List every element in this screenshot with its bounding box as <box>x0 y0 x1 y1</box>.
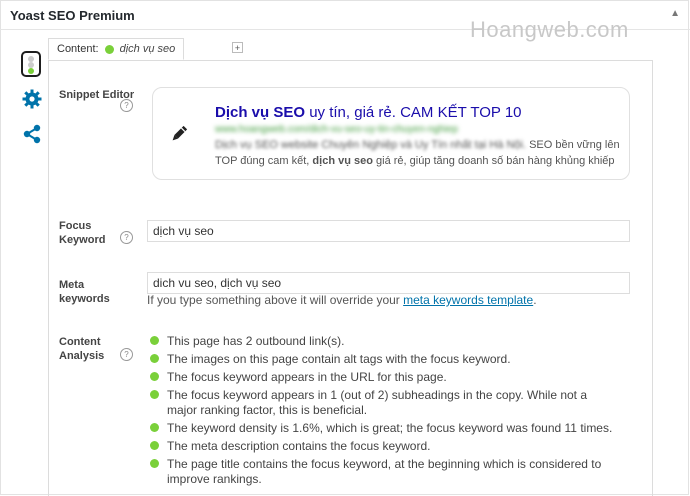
list-item: The page title contains the focus keywor… <box>150 457 620 487</box>
list-item: This page has 2 outbound link(s). <box>150 334 620 349</box>
keyword-tabs: Content: dịch vụ seo + <box>48 38 653 61</box>
share-icon[interactable] <box>22 124 42 147</box>
good-bullet-icon <box>150 336 159 345</box>
snippet-title[interactable]: Dịch vụ SEO uy tín, giá rẻ. CAM KẾT TOP … <box>215 104 522 121</box>
snippet-help-icon[interactable]: ? <box>120 99 133 112</box>
tab-keyword: dịch vụ seo <box>119 43 176 55</box>
analysis-results: This page has 2 outbound link(s). The im… <box>150 334 620 490</box>
list-item: The focus keyword appears in the URL for… <box>150 370 620 385</box>
snippet-url: www.hoangweb.com/dich-vu-seo-uy-tin-chuy… <box>215 124 458 135</box>
add-keyword-button[interactable]: + <box>232 42 243 53</box>
list-item: The meta description contains the focus … <box>150 439 620 454</box>
traffic-light-icon[interactable] <box>21 51 41 77</box>
collapse-toggle-icon[interactable]: ▲ <box>670 8 680 19</box>
good-bullet-icon <box>150 372 159 381</box>
metabox-title: Yoast SEO Premium <box>10 8 135 23</box>
focus-keyword-input[interactable]: dịch vụ seo <box>147 220 630 242</box>
score-dot-icon <box>104 44 114 54</box>
good-bullet-icon <box>150 459 159 468</box>
good-bullet-icon <box>150 441 159 450</box>
side-tabs <box>0 31 48 496</box>
meta-keywords-label: Meta keywords <box>59 279 110 305</box>
good-bullet-icon <box>150 390 159 399</box>
good-bullet-icon <box>150 354 159 363</box>
snippet-preview[interactable]: Dịch vụ SEO uy tín, giá rẻ. CAM KẾT TOP … <box>152 87 630 180</box>
list-item: The keyword density is 1.6%, which is gr… <box>150 421 620 436</box>
list-item: The focus keyword appears in 1 (out of 2… <box>150 388 620 418</box>
meta-keywords-input[interactable]: dich vu seo, dịch vụ seo <box>147 272 630 294</box>
tab-label: Content: <box>57 43 99 55</box>
list-item: The images on this page contain alt tags… <box>150 352 620 367</box>
gear-icon[interactable] <box>22 89 42 112</box>
analysis-help-icon[interactable]: ? <box>120 348 133 361</box>
snippet-description: Dịch vụ SEO website Chuyên Nghiệp và Uy … <box>215 139 620 167</box>
content-analysis-label: Content Analysis <box>59 336 105 362</box>
tab-content[interactable]: Content: dịch vụ seo <box>48 38 185 60</box>
good-bullet-icon <box>150 423 159 432</box>
focus-help-icon[interactable]: ? <box>120 231 133 244</box>
meta-keywords-template-link[interactable]: meta keywords template <box>403 293 533 307</box>
meta-keywords-hint: If you type something above it will over… <box>147 293 537 307</box>
pencil-icon[interactable] <box>169 124 189 147</box>
focus-keyword-label: Focus Keyword <box>59 220 106 246</box>
